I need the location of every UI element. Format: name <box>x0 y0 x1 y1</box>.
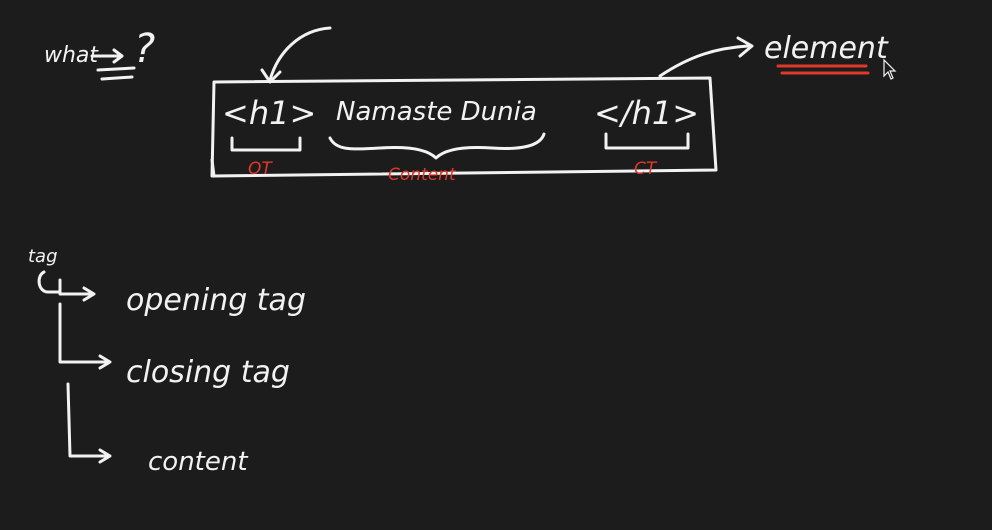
closing-tag-bracket <box>604 132 690 150</box>
closing-tag-text: </h1> <box>594 94 699 132</box>
what-underline <box>96 66 136 81</box>
whiteboard-canvas: what ? <h1> Namaste Dunia </h1> OT Conte… <box>0 0 992 530</box>
tree-branch-content <box>66 382 112 464</box>
question-mark: ? <box>134 26 155 72</box>
tree-item-closing-tag: closing tag <box>126 355 290 390</box>
element-underline <box>776 64 870 75</box>
ot-label: OT <box>248 159 273 179</box>
tree-item-content: content <box>148 447 248 477</box>
content-brace <box>328 132 546 160</box>
content-text: Namaste Dunia <box>336 97 537 127</box>
mouse-cursor-icon <box>883 58 897 80</box>
element-label: element <box>764 31 889 66</box>
tag-tree-root: tag <box>28 246 58 267</box>
tree-branch-opening <box>37 270 96 302</box>
opening-tag-bracket <box>230 136 302 152</box>
element-arrow <box>658 44 750 78</box>
element-box: <h1> Namaste Dunia </h1> OT Content CT <box>210 76 718 185</box>
element-box-corner <box>210 158 216 178</box>
ct-label: CT <box>634 159 658 179</box>
opening-tag-text: <h1> <box>222 94 316 132</box>
tree-item-opening-tag: opening tag <box>126 283 306 318</box>
whiteboard-drawing: what ? <h1> Namaste Dunia </h1> OT Conte… <box>28 26 897 477</box>
content-label: Content <box>388 165 457 185</box>
what-question-group: what ? <box>44 26 155 81</box>
tree-branch-closing <box>58 302 112 370</box>
tag-tree: tag opening tag closing tag content <box>28 246 306 477</box>
